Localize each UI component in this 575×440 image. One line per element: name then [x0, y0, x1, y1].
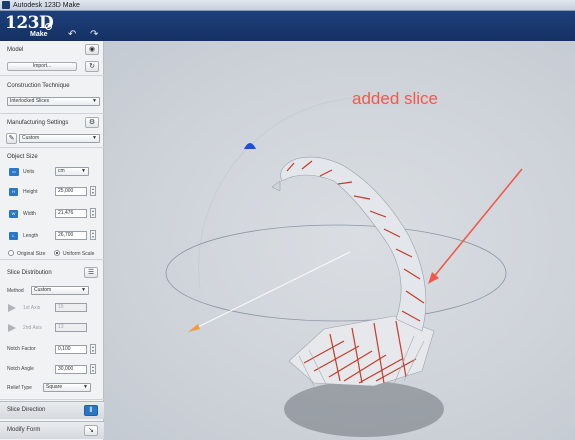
- construction-technique-value: Interlocked Slices: [10, 98, 50, 104]
- model-shadow: [284, 381, 444, 437]
- orbit-ring[interactable]: [165, 224, 507, 322]
- manufacturing-settings-value: Custom: [22, 135, 40, 141]
- chevron-down-icon: ▼: [92, 135, 97, 141]
- gear-icon[interactable]: ⚙: [85, 117, 99, 128]
- method-value: Custom: [34, 287, 52, 293]
- sliced-model[interactable]: [271, 156, 435, 387]
- length-icon: L: [9, 232, 18, 240]
- axis2-input[interactable]: 13: [55, 323, 87, 332]
- height-input[interactable]: 25,000: [55, 187, 87, 196]
- width-icon: W: [9, 210, 18, 218]
- width-label: Width: [23, 211, 36, 217]
- redo-icon[interactable]: ↷: [90, 30, 98, 40]
- height-stepper[interactable]: ▲ ▼: [90, 186, 96, 196]
- construction-header: Construction Technique: [7, 83, 70, 89]
- slice-distribution-section: Slice Distribution ☰ Method Custom ▼ 1st…: [0, 260, 104, 400]
- object-size-section: Object Size ▭ Units cm ▼ H Height 25,000…: [0, 148, 104, 260]
- axis2-icon: [8, 324, 16, 332]
- length-label: Length: [23, 233, 39, 239]
- import-button[interactable]: Import...: [7, 62, 77, 71]
- axis1-label: 1st Axis: [23, 305, 41, 311]
- method-label: Method: [7, 288, 24, 294]
- brand-menu-icon[interactable]: ▾: [45, 23, 52, 30]
- units-label: Units: [23, 169, 35, 175]
- annotation-label: added slice: [352, 89, 439, 108]
- original-size-label: Original Size: [17, 251, 46, 257]
- list-icon[interactable]: ☰: [84, 267, 98, 278]
- pencil-icon[interactable]: ✎: [6, 133, 17, 144]
- manufacturing-header: Manufacturing Settings: [7, 120, 69, 126]
- length-input[interactable]: 26,700: [55, 231, 87, 240]
- model-header: Model: [7, 47, 24, 53]
- notch-factor-stepper[interactable]: ▲ ▼: [90, 344, 96, 354]
- settings-panel: Model ◉ Import... ↻ Construction Techniq…: [0, 41, 104, 440]
- chevron-down-icon: ▼: [92, 98, 97, 104]
- orbit-handle-icon[interactable]: [188, 324, 200, 332]
- axis1-icon: [8, 304, 16, 312]
- notch-angle-stepper[interactable]: ▲ ▼: [90, 364, 96, 374]
- slice-direction-bar[interactable]: Slice Direction ⫴: [0, 401, 104, 419]
- slice-direction-icon[interactable]: ⫴: [84, 405, 98, 416]
- notch-angle-input[interactable]: 30,000: [55, 365, 87, 374]
- height-label: Height: [23, 189, 38, 195]
- axis2-label: 2nd Axis: [23, 325, 42, 331]
- window-title: Autodesk 123D Make: [13, 1, 80, 9]
- construction-section: Construction Technique Interlocked Slice…: [0, 76, 104, 114]
- brand-bar: 123D Make ▾ ↶ ↷: [0, 11, 575, 41]
- uniform-scale-label: Uniform Scale: [63, 251, 95, 257]
- slice-direction-label: Slice Direction: [7, 407, 46, 413]
- modify-form-bar[interactable]: Modify Form ↘: [0, 421, 104, 439]
- method-select[interactable]: Custom ▼: [31, 286, 89, 295]
- undo-icon[interactable]: ↶: [68, 30, 76, 40]
- original-size-radio[interactable]: [8, 250, 14, 256]
- chevron-down-icon: ▼: [81, 168, 86, 174]
- orbit-axis-line: [195, 251, 351, 329]
- 3d-viewport[interactable]: [104, 41, 575, 440]
- view-cube-marker-icon[interactable]: [244, 143, 256, 149]
- notch-angle-label: Notch Angle: [7, 366, 34, 372]
- height-icon: H: [9, 188, 18, 196]
- construction-technique-select[interactable]: Interlocked Slices ▼: [7, 97, 100, 106]
- eye-icon[interactable]: ◉: [85, 44, 99, 55]
- scene-svg: [165, 97, 523, 437]
- slice-distribution-header: Slice Distribution: [7, 270, 52, 276]
- brand-sub: Make: [30, 31, 48, 38]
- width-stepper[interactable]: ▲ ▼: [90, 208, 96, 218]
- relief-type-value: Square: [46, 384, 63, 390]
- window-titlebar: Autodesk 123D Make: [0, 0, 575, 11]
- relief-type-select[interactable]: Square ▼: [43, 383, 91, 392]
- units-select[interactable]: cm ▼: [55, 167, 89, 176]
- axis1-input[interactable]: 15: [55, 303, 87, 312]
- object-size-header: Object Size: [7, 154, 38, 160]
- app-icon: [2, 1, 10, 9]
- chevron-down-icon: ▼: [83, 384, 88, 390]
- relief-type-label: Relief Type: [7, 385, 32, 391]
- modify-form-label: Modify Form: [7, 427, 41, 433]
- manufacturing-section: Manufacturing Settings ⚙ ✎ Custom ▼: [0, 114, 104, 148]
- manufacturing-settings-select[interactable]: Custom ▼: [19, 134, 100, 143]
- units-value: cm: [58, 168, 65, 174]
- model-section: Model ◉ Import... ↻: [0, 41, 104, 76]
- uniform-scale-radio[interactable]: [54, 250, 60, 256]
- chevron-down-icon: ▼: [81, 287, 86, 293]
- length-stepper[interactable]: ▲ ▼: [90, 230, 96, 240]
- annotation-arrow-line: [431, 168, 523, 280]
- notch-factor-input[interactable]: 0,100: [55, 345, 87, 354]
- annotation-arrow-head: [428, 272, 439, 284]
- notch-factor-label: Notch Factor: [7, 346, 36, 352]
- refresh-icon[interactable]: ↻: [85, 61, 99, 72]
- modify-form-icon[interactable]: ↘: [84, 425, 98, 436]
- ruler-icon: ▭: [9, 168, 19, 176]
- width-input[interactable]: 21,476: [55, 209, 87, 218]
